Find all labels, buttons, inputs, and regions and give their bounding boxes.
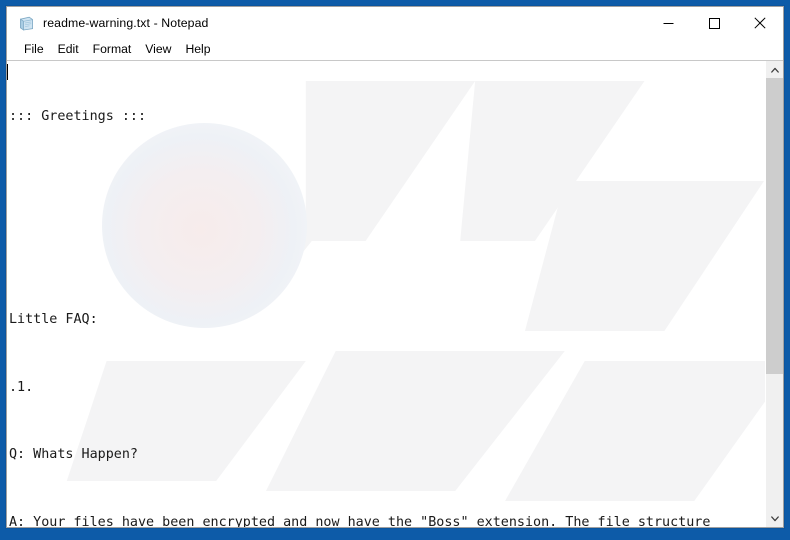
text-editor[interactable]: ::: Greetings ::: Little FAQ: .1. Q: Wha… [7, 61, 765, 527]
maximize-button[interactable] [691, 7, 737, 39]
chevron-up-icon [770, 67, 779, 73]
window-title: readme-warning.txt - Notepad [43, 16, 209, 30]
window-controls [645, 7, 783, 39]
title-bar[interactable]: readme-warning.txt - Notepad [7, 7, 783, 39]
text-line: Q: Whats Happen? [9, 447, 138, 463]
menu-item-file[interactable]: File [17, 41, 51, 58]
close-icon [754, 17, 766, 29]
scrollbar-thumb[interactable] [766, 78, 783, 374]
notepad-window: readme-warning.txt - Notepad File Edit F… [6, 6, 784, 528]
menu-bar: File Edit Format View Help [7, 39, 783, 60]
text-line [9, 174, 765, 197]
menu-item-format[interactable]: Format [86, 41, 139, 58]
scroll-down-button[interactable] [766, 510, 783, 527]
text-line: A: Your files have been encrypted and no… [9, 514, 711, 527]
maximize-icon [708, 17, 720, 29]
scrollbar-track[interactable] [766, 78, 783, 510]
text-caret [7, 64, 8, 80]
desktop-background: readme-warning.txt - Notepad File Edit F… [0, 0, 790, 540]
title-bar-left: readme-warning.txt - Notepad [7, 15, 645, 32]
menu-item-help[interactable]: Help [178, 41, 217, 58]
chevron-down-icon [770, 515, 779, 521]
notepad-icon [18, 15, 35, 32]
menu-item-edit[interactable]: Edit [51, 41, 86, 58]
scroll-up-button[interactable] [766, 61, 783, 78]
close-button[interactable] [737, 7, 783, 39]
vertical-scrollbar[interactable] [765, 61, 783, 527]
text-line: ::: Greetings ::: [9, 109, 147, 125]
text-line: .1. [9, 379, 34, 395]
text-line [9, 241, 765, 264]
ransom-note-text: ::: Greetings ::: Little FAQ: .1. Q: Wha… [9, 61, 765, 527]
editor-area: ::: Greetings ::: Little FAQ: .1. Q: Wha… [7, 60, 783, 527]
menu-item-view[interactable]: View [138, 41, 178, 58]
minimize-button[interactable] [645, 7, 691, 39]
text-line: Little FAQ: [9, 312, 98, 328]
minimize-icon [663, 22, 673, 24]
